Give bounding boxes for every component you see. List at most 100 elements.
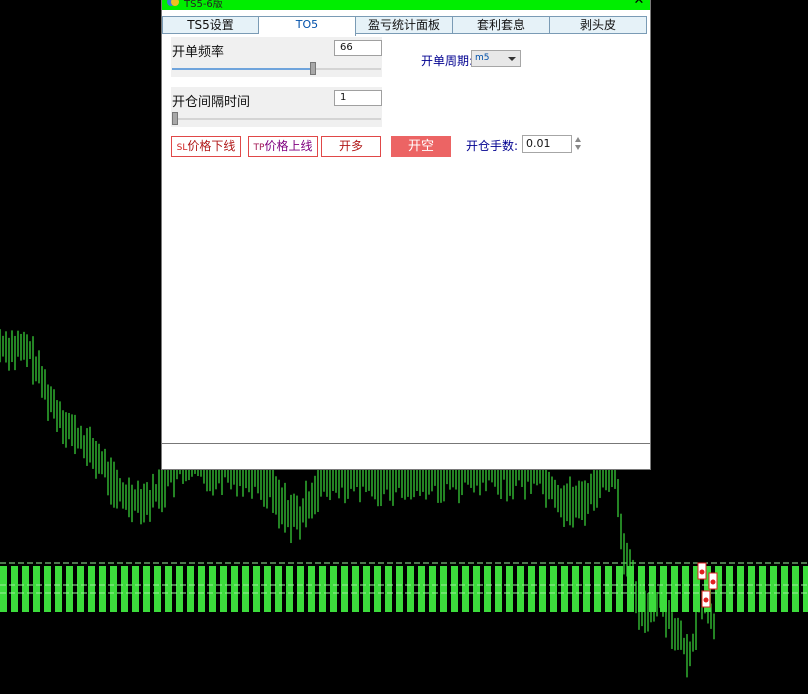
level-bar [616, 566, 623, 612]
level-bar [11, 566, 18, 612]
level-bar [319, 566, 326, 612]
level-bar [792, 566, 799, 612]
tab-pnl-panel[interactable]: 盈亏统计面板 [356, 16, 453, 34]
level-bar [341, 566, 348, 612]
sl-prefix: SL [176, 143, 188, 153]
lots-spinner[interactable] [573, 135, 583, 153]
level-bar [363, 566, 370, 612]
level-bar [583, 566, 590, 612]
level-bar [682, 566, 689, 612]
sl-label: 价格下线 [187, 139, 236, 153]
level-bar [594, 566, 601, 612]
level-bar [88, 566, 95, 612]
level-bar [198, 566, 205, 612]
level-bar [385, 566, 392, 612]
tab-arbitrage[interactable]: 套利套息 [453, 16, 550, 34]
level-bar [209, 566, 216, 612]
open-frequency-thumb[interactable] [310, 62, 316, 75]
tab-scalping[interactable]: 剥头皮 [550, 16, 647, 34]
open-interval-input[interactable]: 1 [334, 90, 382, 106]
spinner-down-icon[interactable] [575, 145, 581, 150]
level-bar [726, 566, 733, 612]
status-divider [162, 443, 650, 444]
level-bar [484, 566, 491, 612]
open-period-value: m5 [475, 53, 490, 63]
level-bar [506, 566, 513, 612]
tab-to5[interactable]: TO5 [259, 16, 356, 36]
sl-lower-price-button[interactable]: SL价格下线 [171, 136, 241, 157]
level-bar [649, 566, 656, 612]
level-bar [561, 566, 568, 612]
level-bar [66, 566, 73, 612]
lots-label: 开仓手数: [466, 139, 519, 153]
close-icon[interactable]: ✕ [632, 0, 646, 8]
app-icon [167, 0, 179, 6]
tp-upper-price-button[interactable]: TP价格上线 [248, 136, 318, 157]
level-bar [297, 566, 304, 612]
level-bar [242, 566, 249, 612]
spinner-up-icon[interactable] [575, 137, 581, 142]
open-interval-thumb[interactable] [172, 112, 178, 125]
chevron-down-icon [508, 57, 516, 61]
level-bar [550, 566, 557, 612]
level-bar [154, 566, 161, 612]
level-bar [176, 566, 183, 612]
level-bar [737, 566, 744, 612]
open-short-button[interactable]: 开空 [391, 136, 451, 157]
level-bar [231, 566, 238, 612]
level-bar [286, 566, 293, 612]
level-bar [451, 566, 458, 612]
level-bar [330, 566, 337, 612]
level-bar [539, 566, 546, 612]
level-bar [374, 566, 381, 612]
level-bar [462, 566, 469, 612]
level-bar [99, 566, 106, 612]
tab-bar: TS5设置 TO5 盈亏统计面板 套利套息 剥头皮 [162, 16, 648, 36]
level-bar [55, 566, 62, 612]
level-bar [352, 566, 359, 612]
ea-panel-window: TS5-6版 ✕ TS5设置 TO5 盈亏统计面板 套利套息 剥头皮 开单频率 … [161, 0, 651, 470]
level-bar [121, 566, 128, 612]
open-frequency-input[interactable]: 66 [334, 40, 382, 56]
open-frequency-label: 开单频率 [172, 45, 225, 60]
open-interval-label: 开仓间隔时间 [172, 95, 251, 110]
level-bar [187, 566, 194, 612]
level-bar [22, 566, 29, 612]
level-bar [264, 566, 271, 612]
level-bar [165, 566, 172, 612]
level-bar [132, 566, 139, 612]
open-period-label: 开单周期: [421, 54, 474, 68]
level-bar [748, 566, 755, 612]
open-period-select[interactable]: m5 [471, 50, 521, 67]
level-bar [143, 566, 150, 612]
level-bar [0, 566, 7, 612]
level-bar [110, 566, 117, 612]
level-bar [44, 566, 51, 612]
level-bar [473, 566, 480, 612]
level-bar [429, 566, 436, 612]
level-bar [253, 566, 260, 612]
open-long-button[interactable]: 开多 [321, 136, 381, 157]
level-bar [407, 566, 414, 612]
open-frequency-slider[interactable] [172, 62, 381, 75]
level-bar [781, 566, 788, 612]
level-bar [528, 566, 535, 612]
level-bar [440, 566, 447, 612]
lots-input[interactable]: 0.01 [522, 135, 572, 153]
level-bar [572, 566, 579, 612]
level-bar [418, 566, 425, 612]
open-frequency-fill [172, 68, 310, 70]
level-bar [396, 566, 403, 612]
level-bar [495, 566, 502, 612]
tab-ts5-settings[interactable]: TS5设置 [162, 16, 259, 34]
level-bar [517, 566, 524, 612]
level-bar [671, 566, 678, 612]
level-bar [803, 566, 808, 612]
level-bar [275, 566, 282, 612]
open-interval-slider[interactable] [172, 112, 381, 125]
title-bar[interactable]: TS5-6版 ✕ [162, 0, 650, 10]
tp-label: 价格上线 [264, 139, 313, 153]
level-bar [33, 566, 40, 612]
level-bar [770, 566, 777, 612]
open-frequency-group: 开单频率 66 [171, 37, 382, 77]
